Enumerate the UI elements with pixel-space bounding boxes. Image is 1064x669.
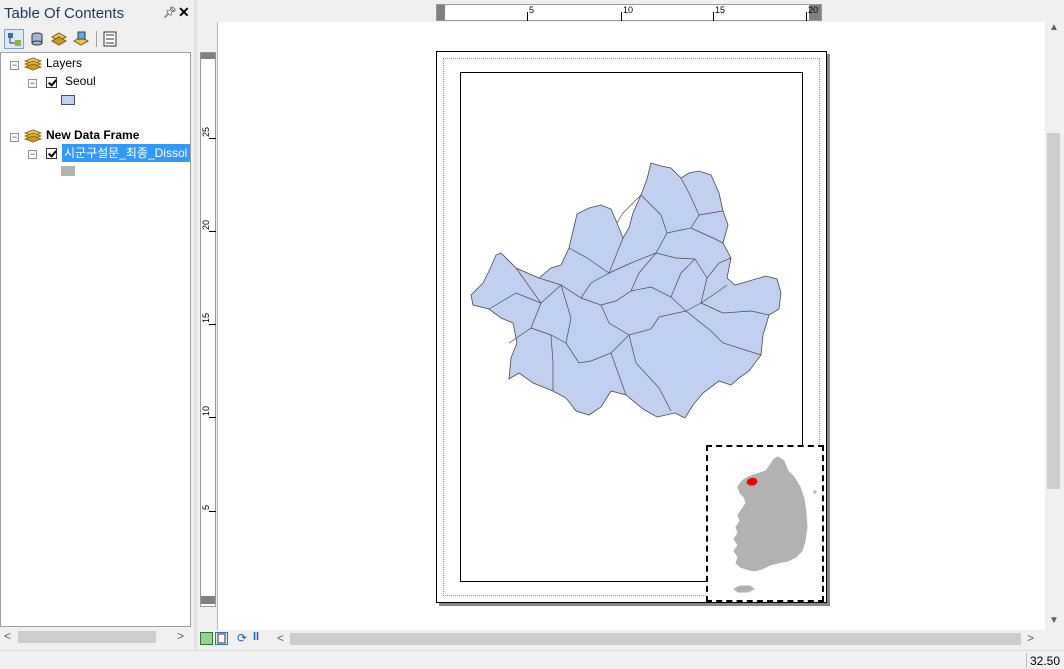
horizontal-ruler[interactable]: 5 10 15 20 — [436, 4, 822, 21]
pause-icon[interactable]: ll — [253, 631, 259, 643]
close-icon[interactable]: ✕ — [178, 4, 190, 21]
table-of-contents-panel: Table Of Contents 📌︎ ✕ − Layers − Seoul — [0, 0, 194, 650]
ruler-label: 20 — [201, 219, 211, 230]
seoul-visibility-checkbox[interactable] — [46, 77, 57, 88]
ruler-tick — [621, 12, 622, 21]
ruler-tick — [209, 324, 216, 325]
status-coordinates: 32.50 — [1029, 654, 1060, 668]
vertical-scroll-thumb[interactable] — [1047, 133, 1060, 489]
data-frame-new-label[interactable]: New Data Frame — [46, 128, 139, 142]
collapse-layers-icon[interactable]: − — [10, 61, 19, 70]
scroll-up-icon[interactable]: ▲ — [1049, 22, 1059, 33]
layout-vertical-scrollbar[interactable]: ▲ ▼ — [1045, 22, 1064, 630]
ruler-label: 10 — [623, 5, 634, 15]
vertical-ruler[interactable]: 5 10 15 20 25 — [200, 52, 216, 607]
ruler-tick — [713, 12, 714, 21]
scroll-left-icon[interactable]: < — [4, 629, 11, 643]
seoul-districts — [470, 162, 782, 419]
toc-tree: − Layers − Seoul − New Data Frame − 시군구설… — [0, 52, 191, 627]
ruler-tick — [527, 12, 528, 21]
horizontal-scroll-thumb[interactable] — [290, 633, 1021, 645]
scroll-right-icon[interactable]: > — [177, 629, 184, 643]
collapse-seoul-icon[interactable]: − — [28, 79, 37, 88]
toc-horizontal-scrollbar[interactable]: < > — [0, 628, 191, 646]
scroll-right-icon[interactable]: > — [1027, 631, 1034, 645]
ruler-label: 25 — [201, 126, 211, 137]
sigungu-visibility-checkbox[interactable] — [46, 148, 57, 159]
jeju-island — [733, 585, 755, 593]
korea-peninsula — [733, 456, 808, 572]
ruler-label: 10 — [201, 405, 211, 416]
korea-locator-inset[interactable] — [706, 445, 824, 602]
refresh-icon[interactable]: ⟳ — [237, 631, 247, 645]
data-view-icon[interactable] — [200, 632, 213, 645]
sigungu-symbol-swatch[interactable] — [61, 166, 75, 176]
toc-title-bar: Table Of Contents 📌︎ ✕ — [0, 1, 194, 26]
data-frame-icon — [24, 57, 42, 71]
layout-canvas[interactable] — [217, 22, 1046, 630]
ruler-tick — [806, 12, 807, 21]
ruler-bottom-marker — [201, 596, 215, 604]
toolbar-separator — [96, 31, 97, 47]
status-separator — [1026, 653, 1027, 668]
list-by-selection-icon[interactable] — [71, 29, 91, 49]
ruler-tick — [209, 231, 216, 232]
scroll-down-icon[interactable]: ▼ — [1049, 615, 1059, 626]
pin-icon[interactable]: 📌︎ — [163, 6, 177, 19]
layout-view-icon[interactable] — [215, 632, 228, 645]
ruler-label: 15 — [715, 5, 726, 15]
data-frame-layers-label[interactable]: Layers — [46, 56, 82, 70]
layer-sigungu-label[interactable]: 시군구설문_최종_Dissol — [62, 144, 190, 162]
ruler-label: 15 — [201, 312, 211, 323]
collapse-sigungu-icon[interactable]: − — [28, 150, 37, 159]
ruler-tick — [209, 417, 216, 418]
korea-landmass — [733, 456, 817, 593]
options-icon[interactable] — [100, 29, 120, 49]
scroll-left-icon[interactable]: < — [277, 631, 284, 645]
ruler-top-marker — [201, 53, 215, 59]
layer-seoul-label[interactable]: Seoul — [65, 74, 96, 88]
ruler-label: 5 — [529, 5, 535, 15]
ruler-label: 20 — [808, 5, 819, 15]
ruler-tick — [209, 138, 216, 139]
seoul-outline — [470, 162, 782, 419]
seoul-data-frame[interactable] — [460, 72, 824, 602]
list-by-visibility-icon[interactable] — [49, 29, 69, 49]
layout-page[interactable] — [436, 51, 827, 603]
status-bar: 32.50 — [0, 650, 1064, 669]
toc-title: Table Of Contents — [4, 5, 125, 22]
toc-toolbar — [0, 26, 194, 52]
korea-locator-map — [733, 456, 817, 593]
data-frame-icon — [24, 129, 42, 143]
ruler-label: 5 — [201, 504, 211, 510]
list-by-source-icon[interactable] — [27, 29, 47, 49]
list-by-drawing-order-icon[interactable] — [4, 29, 24, 49]
layout-view: 5 10 15 20 5 10 15 20 25 ▲ ▼ ⟳ ll < > — [197, 0, 1064, 650]
layout-horizontal-scrollbar[interactable]: ⟳ ll < > — [197, 630, 1045, 648]
collapse-new-data-frame-icon[interactable]: − — [10, 133, 19, 142]
ruler-left-marker — [437, 5, 445, 20]
ruler-tick — [209, 511, 216, 512]
ulleung-island — [813, 490, 817, 494]
seoul-symbol-swatch[interactable] — [61, 95, 75, 105]
toc-scroll-thumb[interactable] — [18, 631, 156, 643]
